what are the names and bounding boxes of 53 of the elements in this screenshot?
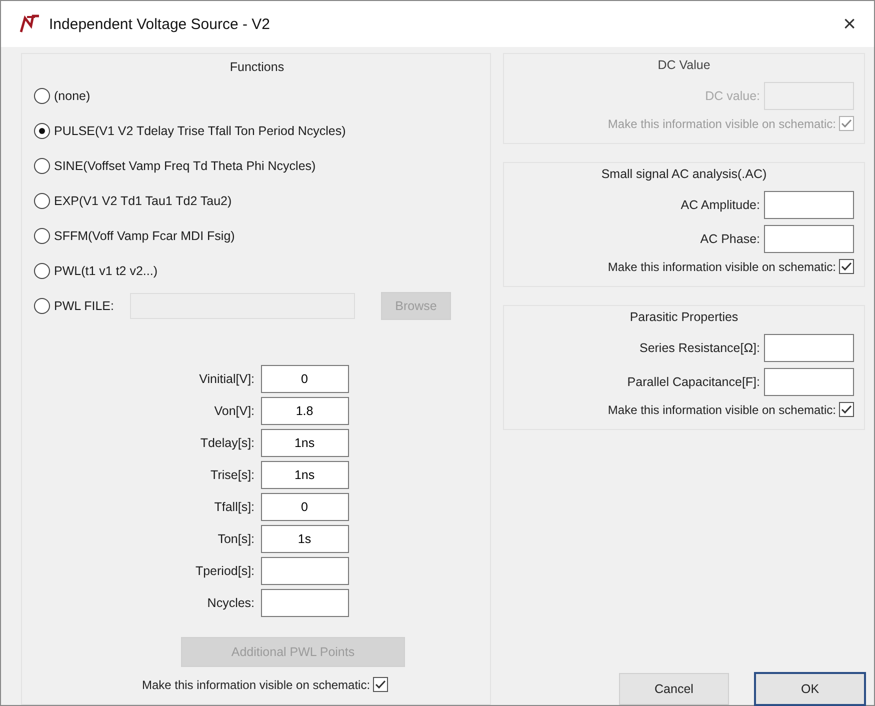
parameter-field[interactable]: 1ns — [260, 429, 349, 457]
radio-button[interactable] — [34, 122, 50, 138]
field-label: Series Resistance[Ω]: — [639, 341, 760, 355]
checkbox[interactable] — [373, 677, 388, 692]
parameter-label: Von[V]: — [214, 404, 255, 418]
radio-button[interactable] — [34, 88, 50, 104]
radio-label[interactable]: SFFM(Voff Vamp Fcar MDI Fsig) — [54, 228, 235, 242]
parameter-field[interactable]: 1s — [260, 525, 349, 553]
close-button[interactable]: × — [837, 11, 862, 37]
radio-button[interactable] — [34, 192, 50, 208]
parameter-label: Tdelay[s]: — [200, 436, 255, 450]
field-label: Parallel Capacitance[F]: — [627, 375, 760, 389]
parameter-field[interactable] — [260, 589, 349, 617]
parameter-field[interactable]: 1ns — [260, 461, 349, 489]
checkbox[interactable] — [839, 402, 854, 417]
value-field[interactable] — [764, 225, 854, 253]
parameter-field[interactable]: 0 — [260, 493, 349, 521]
dialog-button[interactable]: Cancel — [619, 673, 729, 705]
checkbox-label: Make this information visible on schematic: — [608, 116, 836, 130]
group-title: DC Value — [658, 58, 710, 72]
group-title: Functions — [230, 60, 284, 74]
group-title: Small signal AC analysis(.AC) — [601, 167, 767, 181]
parameter-label: Trise[s]: — [210, 468, 255, 482]
radio-button[interactable] — [34, 262, 50, 278]
value-field[interactable] — [764, 334, 854, 362]
radio-label[interactable]: SINE(Voffset Vamp Freq Td Theta Phi Ncycles) — [54, 158, 316, 172]
radio-label[interactable]: PWL(t1 v1 t2 v2...) — [54, 264, 158, 278]
parameter-field[interactable]: 0 — [260, 365, 349, 393]
radio-label[interactable]: EXP(V1 V2 Td1 Tau1 Td2 Tau2) — [54, 194, 232, 208]
parameter-label: Ncycles: — [207, 596, 255, 610]
group-title: Parasitic Properties — [630, 310, 738, 324]
parameter-label: Vinitial[V]: — [199, 372, 255, 386]
value-field[interactable] — [764, 191, 854, 219]
dialog-button[interactable]: OK — [755, 673, 865, 705]
field-label: DC value: — [705, 89, 760, 103]
checkbox-label: Make this information visible on schematic: — [608, 402, 836, 416]
window-title: Independent Voltage Source - V2 — [49, 16, 272, 32]
checkbox-label: Make this information visible on schematic: — [608, 260, 836, 274]
field-label: AC Amplitude: — [680, 198, 760, 212]
parameter-field[interactable] — [260, 557, 349, 585]
parameter-label: Tperiod[s]: — [195, 564, 255, 578]
radio-label[interactable]: PULSE(V1 V2 Tdelay Trise Tfall Ton Period Ncycles) — [54, 124, 346, 138]
parameter-label: Tfall[s]: — [214, 500, 255, 514]
value-field[interactable] — [764, 368, 854, 396]
checkbox[interactable] — [839, 259, 854, 274]
field-label: AC Phase: — [700, 232, 760, 246]
app-logo-icon — [19, 14, 41, 34]
checkbox-label: Make this information visible on schematic: — [142, 678, 370, 692]
radio-label[interactable]: (none) — [54, 88, 90, 102]
radio-button[interactable] — [34, 158, 50, 174]
parameter-label: Ton[s]: — [218, 532, 255, 546]
radio-button[interactable] — [34, 228, 50, 244]
parameter-field[interactable]: 1.8 — [260, 397, 349, 425]
